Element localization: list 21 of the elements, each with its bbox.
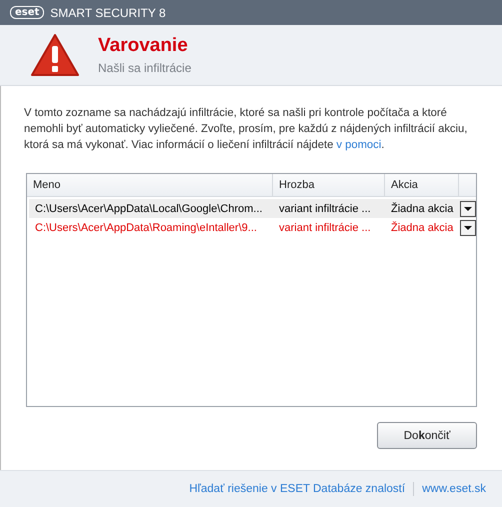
file-path: C:\Users\Acer\AppData\Roaming\eIntaller\9...: [34, 222, 258, 234]
threat-name: variant infiltrácie ...: [278, 202, 372, 214]
table-row[interactable]: C:\Users\Acer\AppData\Roaming\eIntaller\9... variant infiltrácie ... Žiadna akcia: [29, 218, 476, 237]
alert-title: Varovanie: [98, 35, 189, 57]
column-header[interactable]: Meno: [27, 174, 273, 196]
message-text: V tomto zozname sa nachádzajú infiltrácie, ktoré sa našli pri kontrole počítača a ktoré nemohli byť automaticky vyliečené. Zvoľte, prosím, pre každú z nájdených infiltrácií akciu, ktorá sa má vykonať. Viac informácií o liečení infiltrácií nájdete v pomoci.: [24, 106, 468, 153]
table-row[interactable]: C:\Users\Acer\AppData\Local\Google\Chrom... variant infiltrácie ... Žiadna akcia: [29, 199, 476, 218]
footer-link[interactable]: www.eset.sk: [422, 483, 486, 495]
logo: eset: [10, 6, 44, 19]
alert-subtitle: Našli sa infiltrácie: [98, 61, 192, 75]
help-link[interactable]: v pomoci: [336, 139, 382, 151]
column-header[interactable]: Hrozba: [273, 174, 385, 196]
window-title: SMART SECURITY 8: [50, 6, 166, 20]
threat-name: variant infiltrácie ...: [278, 222, 372, 234]
column-header[interactable]: Akcia: [385, 174, 459, 196]
footer-link[interactable]: Hľadať riešenie v ESET Databáze znalostí: [189, 483, 406, 495]
file-path: C:\Users\Acer\AppData\Local\Google\Chrom...: [34, 202, 264, 214]
action-value: Žiadna akcia: [390, 202, 454, 214]
warning-icon: [30, 33, 80, 77]
action-value: Žiadna akcia: [390, 222, 454, 234]
finish-button[interactable]: Dokončiť: [377, 422, 477, 449]
